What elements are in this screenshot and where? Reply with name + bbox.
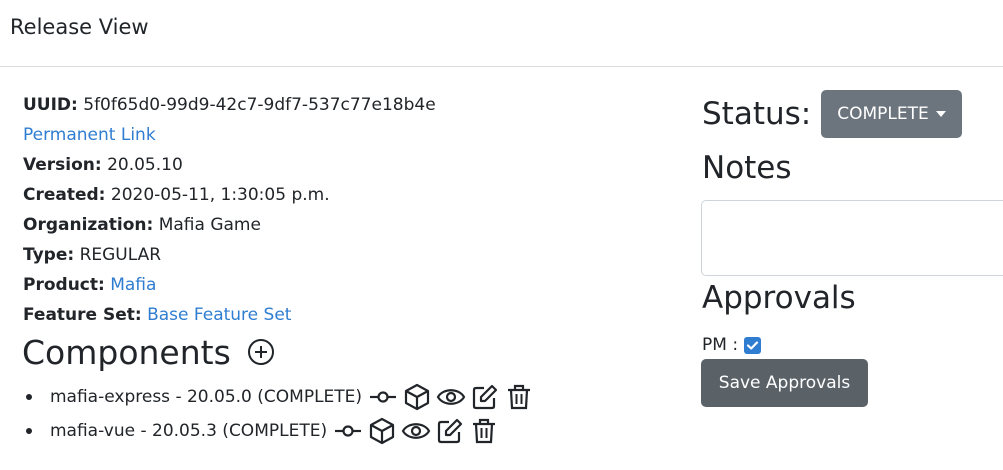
component-text: mafia-vue - 20.05.3 (COMPLETE)	[50, 421, 328, 441]
add-component-icon[interactable]	[247, 338, 275, 366]
commit-icon[interactable]	[333, 416, 363, 446]
uuid-label: UUID:	[23, 95, 78, 115]
package-icon[interactable]	[402, 382, 432, 412]
approvals-title: Approvals	[702, 280, 856, 316]
status-row: Status: COMPLETE	[702, 90, 962, 138]
package-icon[interactable]	[367, 416, 397, 446]
permanent-link-line: Permanent Link	[23, 120, 663, 150]
created-value: 2020-05-11, 1:30:05 p.m.	[110, 185, 330, 205]
approval-pm-checkbox[interactable]	[744, 336, 762, 354]
page-title: Release View	[10, 15, 149, 39]
component-actions	[368, 382, 534, 412]
uuid-value: 5f0f65d0-99d9-42c7-9df7-537c77e18b4e	[83, 95, 436, 115]
uuid-line: UUID: 5f0f65d0-99d9-42c7-9df7-537c77e18b…	[23, 90, 663, 120]
list-item: mafia-vue - 20.05.3 (COMPLETE)	[22, 414, 534, 448]
product-line: Product: Mafia	[23, 270, 663, 300]
page-header: Release View	[0, 0, 1003, 67]
version-line: Version: 20.05.10	[23, 150, 663, 180]
checkmark-icon	[746, 340, 759, 350]
edit-icon[interactable]	[435, 416, 465, 446]
permanent-link[interactable]: Permanent Link	[23, 125, 156, 145]
organization-label: Organization:	[23, 215, 154, 235]
notes-title: Notes	[702, 150, 792, 186]
commit-icon[interactable]	[368, 382, 398, 412]
components-list: mafia-express - 20.05.0 (COMPLETE) mafia…	[22, 380, 534, 448]
product-label: Product:	[23, 275, 105, 295]
feature-set-link[interactable]: Base Feature Set	[147, 305, 291, 325]
trash-icon[interactable]	[504, 382, 534, 412]
bullet	[26, 428, 32, 434]
list-item: mafia-express - 20.05.0 (COMPLETE)	[22, 380, 534, 414]
status-dropdown-button[interactable]: COMPLETE	[821, 90, 962, 138]
approval-pm-row: PM :	[702, 333, 762, 357]
components-title: Components	[22, 332, 231, 372]
feature-set-label: Feature Set:	[23, 305, 142, 325]
organization-line: Organization: Mafia Game	[23, 210, 663, 240]
release-view-page: Release View UUID: 5f0f65d0-99d9-42c7-9d…	[0, 0, 1003, 470]
bullet	[26, 394, 32, 400]
created-label: Created:	[23, 185, 106, 205]
status-label: Status:	[702, 96, 812, 132]
type-value: REGULAR	[79, 245, 162, 265]
created-line: Created: 2020-05-11, 1:30:05 p.m.	[23, 180, 663, 210]
eye-icon[interactable]	[401, 416, 431, 446]
organization-value: Mafia Game	[158, 215, 261, 235]
notes-textarea[interactable]	[701, 200, 1003, 276]
save-approvals-button[interactable]: Save Approvals	[701, 359, 868, 407]
feature-set-line: Feature Set: Base Feature Set	[23, 300, 663, 330]
approval-pm-label: PM :	[702, 335, 739, 355]
status-value: COMPLETE	[837, 104, 929, 124]
version-value: 20.05.10	[107, 155, 183, 175]
release-info: UUID: 5f0f65d0-99d9-42c7-9df7-537c77e18b…	[23, 90, 663, 330]
component-actions	[333, 416, 499, 446]
product-link[interactable]: Mafia	[110, 275, 156, 295]
caret-down-icon	[935, 111, 946, 117]
type-line: Type: REGULAR	[23, 240, 663, 270]
trash-icon[interactable]	[469, 416, 499, 446]
component-text: mafia-express - 20.05.0 (COMPLETE)	[50, 387, 363, 407]
type-label: Type:	[23, 245, 75, 265]
version-label: Version:	[23, 155, 102, 175]
components-header: Components	[22, 328, 275, 376]
eye-icon[interactable]	[436, 382, 466, 412]
edit-icon[interactable]	[470, 382, 500, 412]
